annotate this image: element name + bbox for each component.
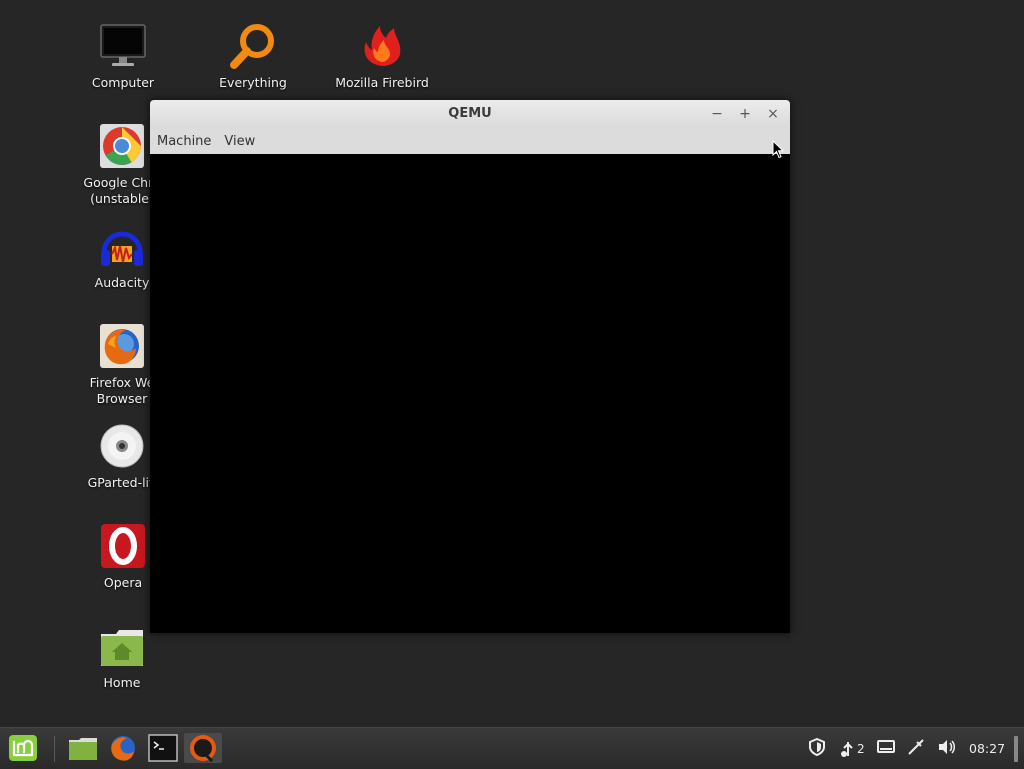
desktop-icon-label: Everything xyxy=(219,75,287,90)
system-tray: 2 xyxy=(808,728,957,769)
notification-count: 2 xyxy=(857,741,865,756)
desktop-icon-label: Mozilla Firebird xyxy=(335,75,429,90)
clock[interactable]: 08:27 xyxy=(969,741,1005,756)
computer-icon xyxy=(99,22,147,70)
terminal-icon[interactable] xyxy=(146,733,180,763)
volume-icon[interactable] xyxy=(937,738,957,760)
qemu-window: QEMU − + × Machine View xyxy=(150,100,790,633)
desktop: Computer Everything Mozilla Firebird Goo… xyxy=(0,0,1024,727)
opera-icon xyxy=(99,522,147,570)
desktop-icon-label: Home xyxy=(103,675,141,690)
desktop-icon-computer[interactable]: Computer xyxy=(68,22,178,91)
window-title: QEMU xyxy=(448,106,492,121)
menubar: Machine View xyxy=(150,128,790,155)
network-icon[interactable] xyxy=(907,738,925,760)
show-desktop-button[interactable] xyxy=(1014,736,1018,762)
display-icon[interactable] xyxy=(876,739,895,759)
desktop-icon-mozilla-firebird[interactable]: Mozilla Firebird xyxy=(327,22,437,91)
maximize-button[interactable]: + xyxy=(736,105,754,123)
firebird-icon xyxy=(358,22,406,70)
chrome-icon xyxy=(98,122,146,170)
home-folder-icon xyxy=(98,622,146,670)
menu-machine[interactable]: Machine xyxy=(157,134,218,149)
close-button[interactable]: × xyxy=(764,105,782,123)
cd-disc-icon xyxy=(98,422,146,470)
mouse-cursor-icon xyxy=(772,139,785,163)
menu-view[interactable]: View xyxy=(224,134,262,149)
vm-display[interactable] xyxy=(150,154,790,633)
mint-menu-icon[interactable] xyxy=(6,733,40,763)
firefox-icon[interactable] xyxy=(106,733,140,763)
audacity-icon xyxy=(98,222,146,270)
window-titlebar[interactable]: QEMU − + × xyxy=(150,100,790,128)
taskbar: 2 08:27 xyxy=(0,727,1024,769)
magnifier-icon xyxy=(229,22,277,70)
desktop-icon-label: Computer xyxy=(91,75,155,90)
shield-icon[interactable] xyxy=(808,737,826,760)
firefox-icon xyxy=(98,322,146,370)
minimize-button[interactable]: − xyxy=(708,105,726,123)
update-notifications-icon[interactable]: 2 xyxy=(840,740,865,758)
taskbar-separator xyxy=(54,736,55,762)
qemu-icon[interactable] xyxy=(184,733,222,763)
desktop-icon-everything[interactable]: Everything xyxy=(198,22,308,91)
files-icon[interactable] xyxy=(66,733,100,763)
